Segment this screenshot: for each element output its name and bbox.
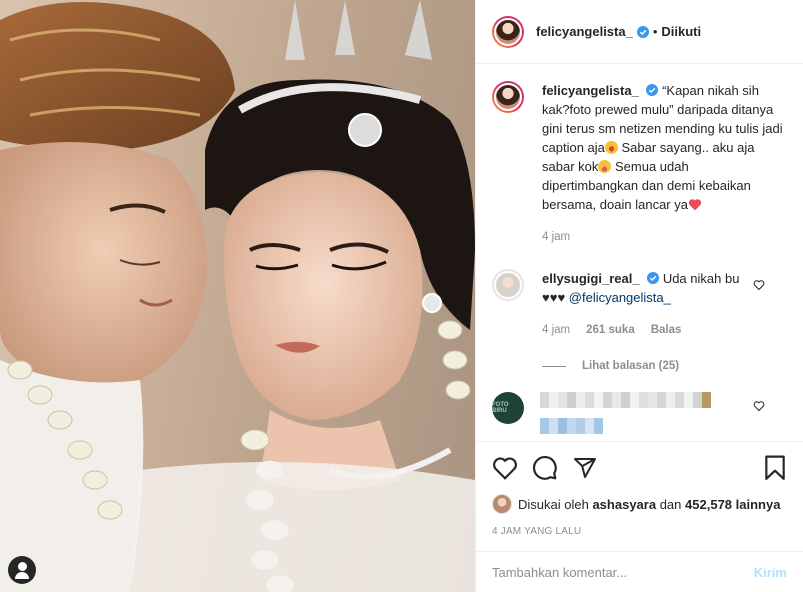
likes-count-link[interactable]: 452,578 lainnya (685, 497, 780, 512)
user-tag-icon[interactable] (8, 556, 36, 584)
liked-by-mid: dan (659, 496, 682, 512)
post-photo[interactable] (0, 0, 475, 592)
share-button[interactable] (572, 454, 612, 482)
liked-by-prefix: Disukai oleh (518, 496, 589, 512)
header-username[interactable]: felicyangelista_ (536, 24, 633, 39)
comment-input[interactable] (492, 564, 754, 580)
comment-likes[interactable]: 261 suka (586, 321, 635, 340)
pixelated-comment-mention (540, 418, 787, 434)
comment-meta: 4 jam 261 suka Balas (542, 321, 787, 340)
comment-icon (533, 456, 557, 480)
comment-like-heart-icon[interactable] (753, 400, 765, 412)
comment-button[interactable] (532, 454, 572, 482)
comment-hearts: ♥♥♥ (542, 290, 566, 305)
comment-text: Uda nikah bu (662, 271, 740, 286)
follow-status-button[interactable]: Diikuti (661, 24, 701, 39)
photo-illustration (0, 0, 475, 592)
post-side-panel: felicyangelista_ • Diikuti felicyangelis… (475, 0, 803, 592)
share-icon (574, 458, 596, 478)
post-time-ago[interactable]: 4 JAM YANG LALU (492, 526, 787, 537)
caption: felicyangelista_ “Kapan nikah sih kak?fo… (492, 81, 787, 247)
caption-meta: 4 jam (542, 228, 787, 247)
header-separator: • (652, 24, 658, 39)
red-heart-emoji-icon (688, 199, 702, 211)
avatar-label: FOTO BIRU (492, 402, 509, 414)
avatar[interactable] (492, 269, 524, 301)
save-button[interactable] (763, 454, 787, 482)
comment-like-heart-icon[interactable] (753, 279, 765, 291)
comment-reply-button[interactable]: Balas (651, 321, 682, 340)
caption-username[interactable]: felicyangelista_ (542, 83, 639, 98)
comment-username[interactable]: ellysugigi_real_ (542, 271, 640, 286)
verified-icon (646, 84, 659, 96)
avatar[interactable] (492, 494, 512, 514)
comment-mention-link[interactable]: @felicyangelista_ (569, 290, 671, 305)
post-comment-button[interactable]: Kirim (754, 565, 787, 580)
caption-time[interactable]: 4 jam (542, 228, 570, 247)
add-comment-bar: Kirim (476, 551, 803, 592)
laughing-emoji-icon (604, 141, 618, 154)
post-actions: Disukai oleh ashasyara dan 452,578 lainn… (476, 441, 803, 551)
pixelated-comment-text (540, 392, 787, 408)
comment-item: ellysugigi_real_ Uda nikah bu ♥♥♥ @felic… (492, 269, 787, 340)
post-header: felicyangelista_ • Diikuti (476, 0, 803, 64)
verified-icon (647, 272, 660, 284)
avatar[interactable] (492, 81, 524, 113)
avatar[interactable] (492, 15, 524, 48)
replies-divider (542, 365, 566, 367)
avatar[interactable]: FOTO BIRU (492, 392, 524, 424)
view-replies-button[interactable]: Lihat balasan (25) (542, 360, 787, 372)
liked-by: Disukai oleh ashasyara dan 452,578 lainn… (492, 494, 787, 514)
heart-icon (493, 457, 517, 480)
bookmark-icon (765, 455, 785, 480)
view-replies-label: Lihat balasan (25) (582, 360, 680, 372)
comments-list[interactable]: felicyangelista_ “Kapan nikah sih kak?fo… (476, 65, 803, 441)
like-button[interactable] (492, 454, 532, 482)
comment-item: FOTO BIRU (492, 392, 787, 434)
comment-time[interactable]: 4 jam (542, 321, 570, 340)
verified-icon (636, 25, 649, 38)
tongue-emoji-icon (598, 160, 612, 173)
liked-by-user-link[interactable]: ashasyara (592, 497, 656, 512)
